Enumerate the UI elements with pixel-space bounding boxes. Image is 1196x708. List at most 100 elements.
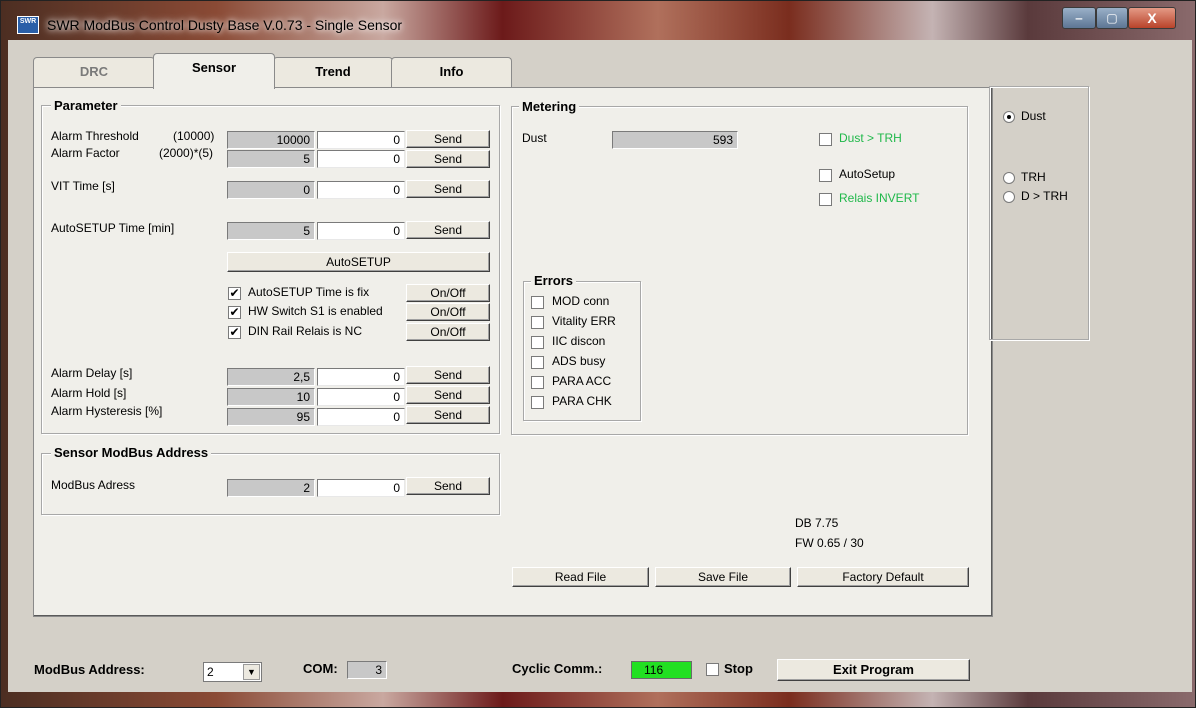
db-version: DB 7.75	[795, 516, 839, 530]
error-para-chk-label: PARA CHK	[552, 394, 612, 408]
autosetup-fix-label: AutoSETUP Time is fix	[248, 285, 370, 299]
modbus-address-value: 2	[207, 665, 214, 679]
alarm-factor-label: Alarm Factor	[51, 146, 120, 160]
com-label: COM:	[303, 661, 338, 676]
stop-label: Stop	[724, 661, 753, 676]
tab-trend[interactable]: Trend	[273, 57, 393, 87]
hw-switch-checkbox[interactable]: ✔	[228, 306, 241, 319]
relais-invert-label: Relais INVERT	[839, 191, 920, 205]
tab-drc[interactable]: DRC	[33, 57, 155, 87]
dust-gt-trh-checkbox[interactable]	[819, 133, 832, 146]
alarm-factor-input[interactable]: 0	[317, 150, 405, 168]
error-mod-conn-label: MOD conn	[552, 294, 610, 308]
autosetup-time-input[interactable]: 0	[317, 222, 405, 240]
autosetup-time-send-button[interactable]: Send	[406, 221, 490, 239]
autosetup-button[interactable]: AutoSETUP	[227, 252, 490, 272]
metering-group-title: Metering	[519, 99, 580, 114]
autosetup-checkbox[interactable]	[819, 169, 832, 182]
dust-gt-trh-label: Dust > TRH	[839, 131, 902, 145]
alarm-threshold-hint: (10000)	[173, 129, 215, 143]
dust-radio-label: Dust	[1021, 109, 1046, 123]
alarm-delay-input[interactable]: 0	[317, 368, 405, 386]
alarm-hysteresis-label: Alarm Hysteresis [%]	[51, 404, 163, 418]
modbus-adress-current: 2	[227, 479, 315, 497]
window-title: SWR ModBus Control Dusty Base V.0.73 - S…	[47, 17, 403, 33]
com-value: 3	[347, 661, 387, 679]
alarm-hold-send-button[interactable]: Send	[406, 386, 490, 404]
din-rail-label: DIN Rail Relais is NC	[248, 324, 363, 338]
modbus-adress-input[interactable]: 0	[317, 479, 405, 497]
dust-label: Dust	[522, 131, 547, 145]
error-para-acc-checkbox	[531, 376, 544, 389]
alarm-factor-hint: (2000)*(5)	[159, 146, 214, 160]
vit-time-current: 0	[227, 181, 315, 199]
tab-info[interactable]: Info	[391, 57, 512, 87]
error-iic-checkbox	[531, 336, 544, 349]
trh-radio-label: TRH	[1021, 170, 1046, 184]
error-para-chk-checkbox	[531, 396, 544, 409]
relais-invert-checkbox[interactable]	[819, 193, 832, 206]
alarm-delay-send-button[interactable]: Send	[406, 366, 490, 384]
hw-switch-onoff-button[interactable]: On/Off	[406, 303, 490, 321]
maximize-button[interactable]: ▢	[1096, 7, 1128, 29]
error-para-acc-label: PARA ACC	[552, 374, 612, 388]
modbus-adress-send-button[interactable]: Send	[406, 477, 490, 495]
alarm-threshold-input[interactable]: 0	[317, 131, 405, 149]
trend-select-group	[989, 86, 1089, 340]
exit-program-button[interactable]: Exit Program	[777, 659, 970, 681]
fw-version: FW 0.65 / 30	[795, 536, 864, 550]
d-gt-trh-radio-label: D > TRH	[1021, 189, 1068, 203]
d-gt-trh-radio[interactable]	[1003, 191, 1015, 203]
din-rail-onoff-button[interactable]: On/Off	[406, 323, 490, 341]
trh-radio[interactable]	[1003, 172, 1015, 184]
alarm-hysteresis-current: 95	[227, 408, 315, 426]
alarm-delay-current: 2,5	[227, 368, 315, 386]
title-bar[interactable]: SWR SWR ModBus Control Dusty Base V.0.73…	[0, 0, 1196, 40]
alarm-hold-input[interactable]: 0	[317, 388, 405, 406]
error-vitality-checkbox	[531, 316, 544, 329]
cyclic-comm-label: Cyclic Comm.:	[512, 661, 603, 676]
vit-time-input[interactable]: 0	[317, 181, 405, 199]
error-mod-conn-checkbox	[531, 296, 544, 309]
vit-time-label: VIT Time [s]	[51, 179, 115, 193]
stop-checkbox[interactable]	[706, 663, 719, 676]
error-vitality-label: Vitality ERR	[552, 314, 616, 328]
autosetup-time-label: AutoSETUP Time [min]	[51, 221, 175, 235]
sensor-modbus-group-title: Sensor ModBus Address	[51, 445, 212, 460]
autosetup-label: AutoSetup	[839, 167, 896, 181]
alarm-delay-label: Alarm Delay [s]	[51, 366, 133, 380]
alarm-factor-send-button[interactable]: Send	[406, 150, 490, 168]
alarm-hold-current: 10	[227, 388, 315, 406]
dust-value: 593	[612, 131, 738, 149]
alarm-hold-label: Alarm Hold [s]	[51, 386, 127, 400]
factory-default-button[interactable]: Factory Default	[797, 567, 969, 587]
modbus-adress-label: ModBus Adress	[51, 478, 136, 492]
minimize-button[interactable]: ‒	[1062, 7, 1096, 29]
din-rail-checkbox[interactable]: ✔	[228, 326, 241, 339]
modbus-address-label: ModBus Address:	[34, 662, 145, 677]
alarm-threshold-label: Alarm Threshold	[51, 129, 139, 143]
alarm-factor-current: 5	[227, 150, 315, 168]
error-ads-label: ADS busy	[552, 354, 606, 368]
alarm-threshold-send-button[interactable]: Send	[406, 130, 490, 148]
close-button[interactable]: X	[1128, 7, 1176, 29]
hw-switch-label: HW Switch S1 is enabled	[248, 304, 383, 318]
cyclic-comm-value: 116	[631, 661, 692, 679]
save-file-button[interactable]: Save File	[655, 567, 791, 587]
modbus-address-select[interactable]: 2 ▼	[203, 662, 262, 682]
parameter-group-title: Parameter	[51, 98, 121, 113]
errors-group-title: Errors	[531, 273, 577, 288]
alarm-threshold-current: 10000	[227, 131, 315, 149]
autosetup-fix-onoff-button[interactable]: On/Off	[406, 284, 490, 302]
autosetup-time-current: 5	[227, 222, 315, 240]
dust-radio[interactable]	[1003, 111, 1015, 123]
error-ads-checkbox	[531, 356, 544, 369]
vit-time-send-button[interactable]: Send	[406, 180, 490, 198]
alarm-hysteresis-send-button[interactable]: Send	[406, 406, 490, 424]
read-file-button[interactable]: Read File	[512, 567, 649, 587]
error-iic-label: IIC discon	[552, 334, 606, 348]
autosetup-fix-checkbox[interactable]: ✔	[228, 287, 241, 300]
chevron-down-icon[interactable]: ▼	[243, 664, 260, 680]
tab-sensor[interactable]: Sensor	[153, 53, 275, 89]
alarm-hysteresis-input[interactable]: 0	[317, 408, 405, 426]
